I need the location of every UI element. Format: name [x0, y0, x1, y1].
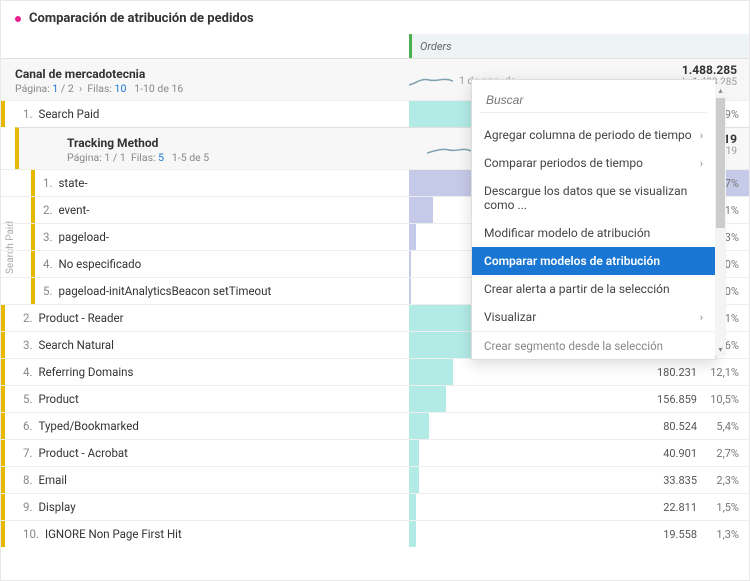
menu-item-label: Crear alerta a partir de la selección: [484, 282, 670, 296]
menu-item-label: Modificar modelo de atribución: [484, 226, 650, 240]
bar-fill: [409, 251, 411, 277]
menu-item[interactable]: Comparar modelos de atribución: [472, 247, 715, 275]
menu-item-label: Comparar periodos de tiempo: [484, 156, 643, 170]
menu-item-label: Comparar modelos de atribución: [484, 254, 660, 268]
menu-item-label: Descargue los datos que se visualizan co…: [484, 184, 703, 212]
table-row[interactable]: 10.IGNORE Non Page First Hit19.5581,3%: [1, 520, 749, 547]
table-row[interactable]: 9.Display22.8111,5%: [1, 493, 749, 520]
table-row[interactable]: 8.Email33.8352,3%: [1, 466, 749, 493]
metrics-header-row: Orders: [1, 34, 749, 58]
table-row[interactable]: 7.Product - Acrobat40.9012,7%: [1, 439, 749, 466]
bar-fill: [409, 332, 474, 358]
scroll-up-icon[interactable]: ▴: [715, 84, 726, 96]
rows-link[interactable]: 5: [158, 151, 164, 164]
bar-fill: [409, 440, 419, 466]
bar-fill: [409, 467, 419, 493]
bar-fill: [409, 224, 416, 250]
table-row[interactable]: 6.Typed/Bookmarked80.5245,4%: [1, 412, 749, 439]
menu-item[interactable]: Visualizar ›: [472, 303, 715, 331]
bar-fill: [409, 413, 429, 439]
bar-fill: [409, 386, 446, 412]
panel-title-text: Comparación de atribución de pedidos: [29, 11, 254, 26]
table-row[interactable]: 4.Referring Domains180.23112,1%: [1, 358, 749, 385]
menu-item-label: Visualizar: [484, 310, 536, 324]
bar-fill: [409, 494, 416, 520]
menu-scrollbar[interactable]: ▴ ▾: [715, 84, 726, 355]
breadcrumb-separator-icon: ›: [76, 82, 84, 95]
panel-color-dot-icon: [15, 16, 21, 22]
bar-fill: [409, 197, 433, 223]
menu-search-input[interactable]: [480, 88, 707, 113]
menu-item-truncated[interactable]: Crear segmento desde la selección: [472, 331, 715, 355]
bar-fill: [409, 278, 411, 304]
bar-fill: [409, 521, 416, 547]
menu-item[interactable]: Comparar periodos de tiempo ›: [472, 149, 715, 177]
sparkline-icon: [409, 74, 453, 88]
dimension-title: Tracking Method: [67, 136, 427, 150]
panel-header: Comparación de atribución de pedidos: [1, 1, 749, 34]
bar-fill: [409, 359, 453, 385]
orders-column-header[interactable]: Orders: [409, 34, 749, 58]
bar-fill: [409, 305, 477, 331]
menu-item-label: Agregar columna de periodo de tiempo: [484, 128, 692, 142]
chevron-right-icon: ›: [700, 129, 703, 142]
scroll-thumb[interactable]: [716, 98, 725, 228]
attribution-panel: Comparación de atribución de pedidos Ord…: [0, 0, 750, 581]
context-menu: Agregar columna de periodo de tiempo›Com…: [471, 79, 716, 360]
menu-item[interactable]: Agregar columna de periodo de tiempo ›: [472, 121, 715, 149]
scroll-down-icon[interactable]: ▾: [715, 343, 726, 355]
dimension-pagination: Página: 1 / 2 › Filas: 10 1-10 de 16: [15, 82, 409, 95]
dimension-title: Canal de mercadotecnia: [15, 67, 409, 81]
dimension-pagination: Página: 1 / 1 Filas: 5 1-5 de 5: [67, 151, 427, 164]
menu-item[interactable]: Modificar modelo de atribución: [472, 219, 715, 247]
chevron-right-icon: ›: [700, 311, 703, 324]
menu-item[interactable]: Descargue los datos que se visualizan co…: [472, 177, 715, 219]
menu-item[interactable]: Crear alerta a partir de la selección: [472, 275, 715, 303]
chevron-right-icon: ›: [700, 157, 703, 170]
table-row[interactable]: 5.Product156.85910,5%: [1, 385, 749, 412]
rows-link[interactable]: 10: [115, 82, 127, 95]
sparkline-icon: [427, 143, 471, 157]
